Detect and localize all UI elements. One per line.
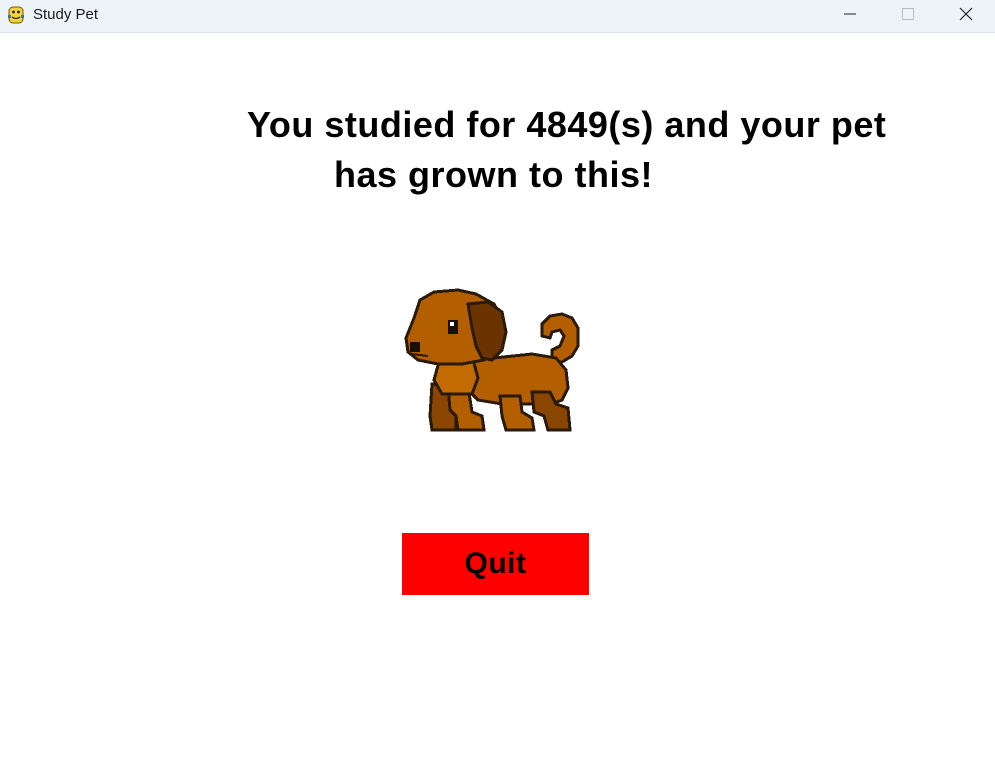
python-icon [7, 6, 25, 24]
result-message-line-1: You studied for 4849(s) and your pet [247, 104, 887, 145]
title-bar[interactable]: Study Pet [0, 0, 995, 33]
result-message-line-2: has grown to this! [334, 154, 653, 195]
minimize-icon [844, 7, 856, 25]
maximize-icon [902, 7, 914, 25]
close-button[interactable] [937, 0, 995, 32]
quit-button[interactable]: Quit [402, 533, 589, 595]
minimize-button[interactable] [821, 0, 879, 32]
window-title: Study Pet [33, 6, 99, 23]
close-icon [959, 7, 973, 26]
dog-sprite [402, 288, 584, 436]
maximize-button[interactable] [879, 0, 937, 32]
app-window: Study Pet You studied for 4849(s) and yo… [0, 0, 995, 779]
game-canvas: You studied for 4849(s) and your pet has… [0, 33, 995, 779]
